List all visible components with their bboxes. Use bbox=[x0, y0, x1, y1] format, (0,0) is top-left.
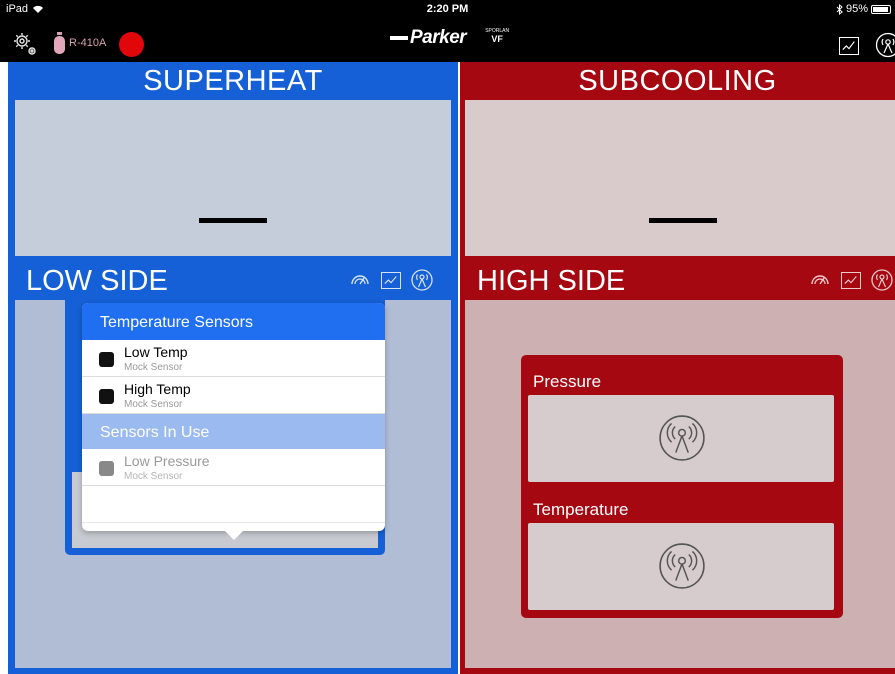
subcooling-title: SUBCOOLING bbox=[578, 65, 777, 97]
superheat-title: SUPERHEAT bbox=[143, 65, 323, 97]
flask-icon bbox=[99, 461, 114, 476]
temperature-sensor-slot[interactable] bbox=[528, 523, 834, 610]
recording-indicator[interactable] bbox=[119, 32, 144, 57]
high-side-title: HIGH SIDE bbox=[477, 265, 626, 297]
antenna-icon[interactable] bbox=[411, 269, 433, 291]
sensor-name: High Temp bbox=[124, 381, 191, 397]
refrigerant-tank-icon[interactable] bbox=[53, 31, 66, 55]
bluetooth-icon bbox=[836, 3, 843, 15]
subcooling-value bbox=[649, 218, 717, 223]
sporlan-logo: SPORLAN VF bbox=[485, 28, 510, 44]
sensor-item-high-temp[interactable]: High Temp Mock Sensor bbox=[82, 377, 385, 414]
battery-icon bbox=[871, 4, 891, 14]
top-bar: iPad 2:20 PM 95% R-410A Parker SPORLAN V… bbox=[0, 0, 895, 62]
graph-icon[interactable] bbox=[381, 271, 401, 289]
high-side-sensor-card: Pressure Temperature bbox=[521, 355, 843, 618]
high-side-toolbar bbox=[809, 269, 893, 291]
parker-logo: Parker bbox=[390, 27, 467, 49]
status-right: 95% bbox=[836, 3, 891, 15]
popover-arrow bbox=[224, 530, 244, 540]
flask-icon bbox=[99, 352, 114, 367]
graph-icon[interactable] bbox=[839, 37, 859, 55]
sensor-subtitle: Mock Sensor bbox=[124, 399, 183, 410]
subcooling-display[interactable] bbox=[465, 100, 895, 256]
sensor-picker-popover: Temperature Sensors Low Temp Mock Sensor… bbox=[82, 303, 385, 531]
sensor-name: Low Pressure bbox=[124, 453, 210, 469]
superheat-value bbox=[199, 218, 267, 223]
status-time: 2:20 PM bbox=[426, 3, 469, 15]
pressure-sensor-slot[interactable] bbox=[528, 395, 834, 482]
antenna-icon[interactable] bbox=[658, 414, 706, 462]
popover-header: Temperature Sensors bbox=[82, 303, 385, 340]
pressure-label: Pressure bbox=[533, 372, 602, 391]
antenna-icon[interactable] bbox=[871, 269, 893, 291]
antenna-icon[interactable] bbox=[658, 542, 706, 590]
antenna-icon[interactable] bbox=[875, 32, 895, 58]
graph-icon[interactable] bbox=[841, 271, 861, 289]
temperature-label: Temperature bbox=[533, 500, 629, 519]
sensor-item-low-pressure: Low Pressure Mock Sensor bbox=[82, 449, 385, 486]
gauge-icon[interactable] bbox=[809, 269, 831, 291]
sensor-item-low-temp[interactable]: Low Temp Mock Sensor bbox=[82, 340, 385, 377]
sensor-name: Low Temp bbox=[124, 344, 188, 360]
settings-gear-icon[interactable] bbox=[12, 31, 38, 57]
refrigerant-label[interactable]: R-410A bbox=[69, 37, 106, 49]
sensor-subtitle: Mock Sensor bbox=[124, 362, 183, 373]
flask-icon bbox=[99, 389, 114, 404]
low-side-toolbar bbox=[349, 269, 433, 291]
popover-section-header: Sensors In Use bbox=[82, 414, 385, 449]
sensor-subtitle: Mock Sensor bbox=[124, 471, 183, 482]
gauge-icon[interactable] bbox=[349, 269, 371, 291]
battery-percent: 95% bbox=[845, 3, 868, 15]
superheat-display[interactable] bbox=[15, 100, 451, 256]
brand-logo: Parker SPORLAN VF bbox=[390, 27, 514, 49]
empty-row bbox=[82, 486, 385, 523]
